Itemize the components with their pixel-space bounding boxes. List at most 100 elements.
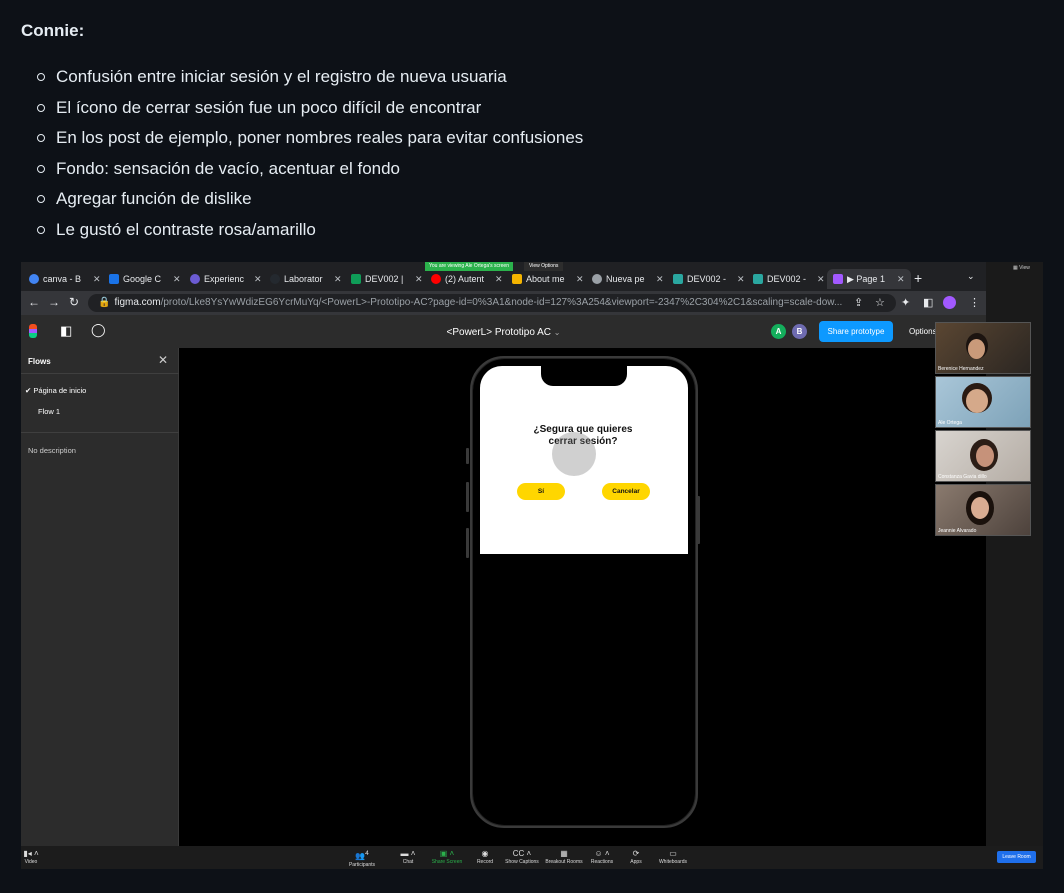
figma-toolbar: ◧ ◯ <PowerL> Prototipo AC ⌄ A B Share pr… [21, 315, 986, 348]
forward-arrow-icon[interactable]: → [48, 295, 60, 309]
captions-button[interactable]: CC ˄ Show Captions [502, 849, 542, 865]
browser-tab[interactable]: Google C ✕ [109, 269, 181, 289]
doc-icon [673, 274, 683, 284]
back-arrow-icon[interactable]: ← [28, 295, 40, 309]
star-icon[interactable]: ☆ [875, 296, 885, 309]
prototype-canvas[interactable]: ¿Segura que quieres cerrar sesión? Sí Ca… [179, 348, 986, 846]
participant-name: Ale Ortega [938, 420, 962, 426]
doc-icon [753, 274, 763, 284]
close-icon[interactable]: ✕ [897, 274, 905, 285]
divider [21, 432, 179, 433]
address-bar: ← → ↻ 🔒 figma.com/proto/Lke8YsYwWdizEG6Yc… [21, 291, 986, 315]
video-gallery: Berenice Hernandez Ale Ortega Constanza … [935, 322, 1031, 537]
participant-video[interactable]: Constanza Gavia dillo [935, 430, 1031, 482]
share-prototype-button[interactable]: Share prototype [819, 321, 893, 342]
phone-screen: ¿Segura que quieres cerrar sesión? Sí Ca… [480, 366, 688, 554]
gallery-view-toggle[interactable]: ▦ View [1013, 265, 1030, 271]
record-button[interactable]: ◉ Record [465, 849, 505, 865]
notes-heading: Connie: [21, 21, 85, 40]
notes-list: Confusión entre iniciar sesión y el regi… [37, 65, 583, 248]
flows-sidebar: Flows ✕ ✔ Página de inicio Flow 1 No des… [21, 348, 179, 846]
apps-icon: ⟳ [632, 849, 640, 858]
close-icon[interactable]: ✕ [737, 274, 745, 285]
participant-video[interactable]: Berenice Hernandez [935, 322, 1031, 374]
avatar[interactable]: B [792, 324, 807, 339]
click-ripple [552, 432, 596, 476]
github-icon [270, 274, 280, 284]
flow-item-flow-1[interactable]: Flow 1 [38, 407, 60, 416]
profile-avatar[interactable] [943, 296, 956, 309]
yes-button[interactable]: Sí [517, 483, 565, 500]
youtube-icon [431, 274, 441, 284]
flows-title: Flows [28, 357, 51, 366]
note-item: Fondo: sensación de vacío, acentuar el f… [37, 157, 583, 188]
browser-menu-icon[interactable]: ⋮ [969, 296, 980, 309]
share-icon[interactable]: ⇪ [854, 296, 863, 309]
browser-tab[interactable]: About me ✕ [512, 269, 584, 289]
note-item: El ícono de cerrar sesión fue un poco di… [37, 96, 583, 127]
zoom-screenshot: canva - B ✕ Google C ✕ Experienc ✕ Laborato… [21, 262, 1043, 869]
chat-button[interactable]: ▬ ˄ Chat [388, 849, 428, 865]
whiteboards-button[interactable]: ▭ Whiteboards [653, 849, 693, 865]
close-icon[interactable]: ✕ [158, 353, 168, 367]
close-icon[interactable]: ✕ [576, 274, 584, 285]
browser-tab[interactable]: canva - B ✕ [29, 269, 101, 289]
apps-button[interactable]: ⟳ Apps [616, 849, 656, 865]
sheets-icon [351, 274, 361, 284]
extensions-icon[interactable]: ✦ [901, 296, 910, 309]
bullet-icon [37, 225, 45, 234]
bullet-icon [37, 195, 45, 203]
close-icon[interactable]: ✕ [334, 274, 342, 285]
note-item: Agregar función de dislike [37, 187, 583, 218]
browser-tab[interactable]: DEV002 - ✕ [673, 269, 745, 289]
note-item: Confusión entre iniciar sesión y el regi… [37, 65, 583, 96]
sidepanel-icon[interactable]: ◧ [923, 296, 933, 309]
url-field[interactable]: 🔒 figma.com/proto/Lke8YsYwWdizEG6YcrMuYq/… [88, 294, 896, 312]
participant-name: Berenice Hernandez [938, 366, 984, 372]
browser-tab[interactable]: Laborator ✕ [270, 269, 342, 289]
close-icon[interactable]: ✕ [254, 274, 262, 285]
participant-video[interactable]: Jeannie Alvarado [935, 484, 1031, 536]
close-icon[interactable]: ✕ [495, 274, 503, 285]
share-screen-button[interactable]: ▣ ˄ Share Screen [427, 849, 467, 865]
view-options-button[interactable]: View Options [524, 262, 564, 271]
flow-item-pagina-de-inicio[interactable]: ✔ Página de inicio [25, 386, 86, 395]
video-button[interactable]: ▮◂ ˄ Video [21, 849, 51, 865]
participants-icon: 👥4 [355, 850, 369, 861]
browser-tab-active[interactable]: ▶ Page 1 ✕ [827, 269, 911, 289]
participant-name: Jeannie Alvarado [938, 528, 977, 534]
new-tab-button[interactable]: + [914, 270, 922, 286]
app-icon [190, 274, 200, 284]
close-icon[interactable]: ✕ [415, 274, 423, 285]
zoom-toolbar: ▮◂ ˄ Video 👥4 Participants ▬ ˄ Chat ▣ ˄ Shar… [21, 846, 1043, 869]
divider [21, 373, 179, 374]
close-icon[interactable]: ✕ [173, 274, 181, 285]
record-icon: ◉ [481, 849, 489, 858]
reload-icon[interactable]: ↻ [69, 295, 79, 309]
phone-side-button [466, 482, 469, 512]
participant-video[interactable]: Ale Ortega [935, 376, 1031, 428]
tab-search-icon[interactable]: ⌄ [967, 271, 975, 282]
breakout-rooms-button[interactable]: ▦ Breakout Rooms [544, 849, 584, 865]
chat-icon: ▬ ˄ [400, 849, 416, 858]
browser-tab[interactable]: Experienc ✕ [190, 269, 262, 289]
browser-tab[interactable]: DEV002 - ✕ [753, 269, 825, 289]
flow-description: No description [28, 446, 76, 455]
participant-name: Constanza Gavia dillo [938, 474, 987, 480]
close-icon[interactable]: ✕ [817, 274, 825, 285]
options-button[interactable]: Options [909, 327, 937, 336]
close-icon[interactable]: ✕ [656, 274, 664, 285]
screen-share-banner: You are viewing Ale Ortega's screen [425, 262, 513, 271]
slides-icon [512, 274, 522, 284]
browser-tab[interactable]: (2) Autent ✕ [431, 269, 503, 289]
browser-tab[interactable]: DEV002 | ✕ [351, 269, 423, 289]
phone-frame: ¿Segura que quieres cerrar sesión? Sí Ca… [470, 356, 698, 828]
leave-room-button[interactable]: Leave Room [997, 851, 1036, 863]
participants-button[interactable]: 👥4 Participants [342, 849, 382, 868]
phone-side-button [466, 528, 469, 558]
cancel-button[interactable]: Cancelar [602, 483, 650, 500]
figma-icon [833, 274, 843, 284]
browser-tab[interactable]: Nueva pe ✕ [592, 269, 664, 289]
avatar[interactable]: A [771, 324, 786, 339]
close-icon[interactable]: ✕ [93, 274, 101, 285]
